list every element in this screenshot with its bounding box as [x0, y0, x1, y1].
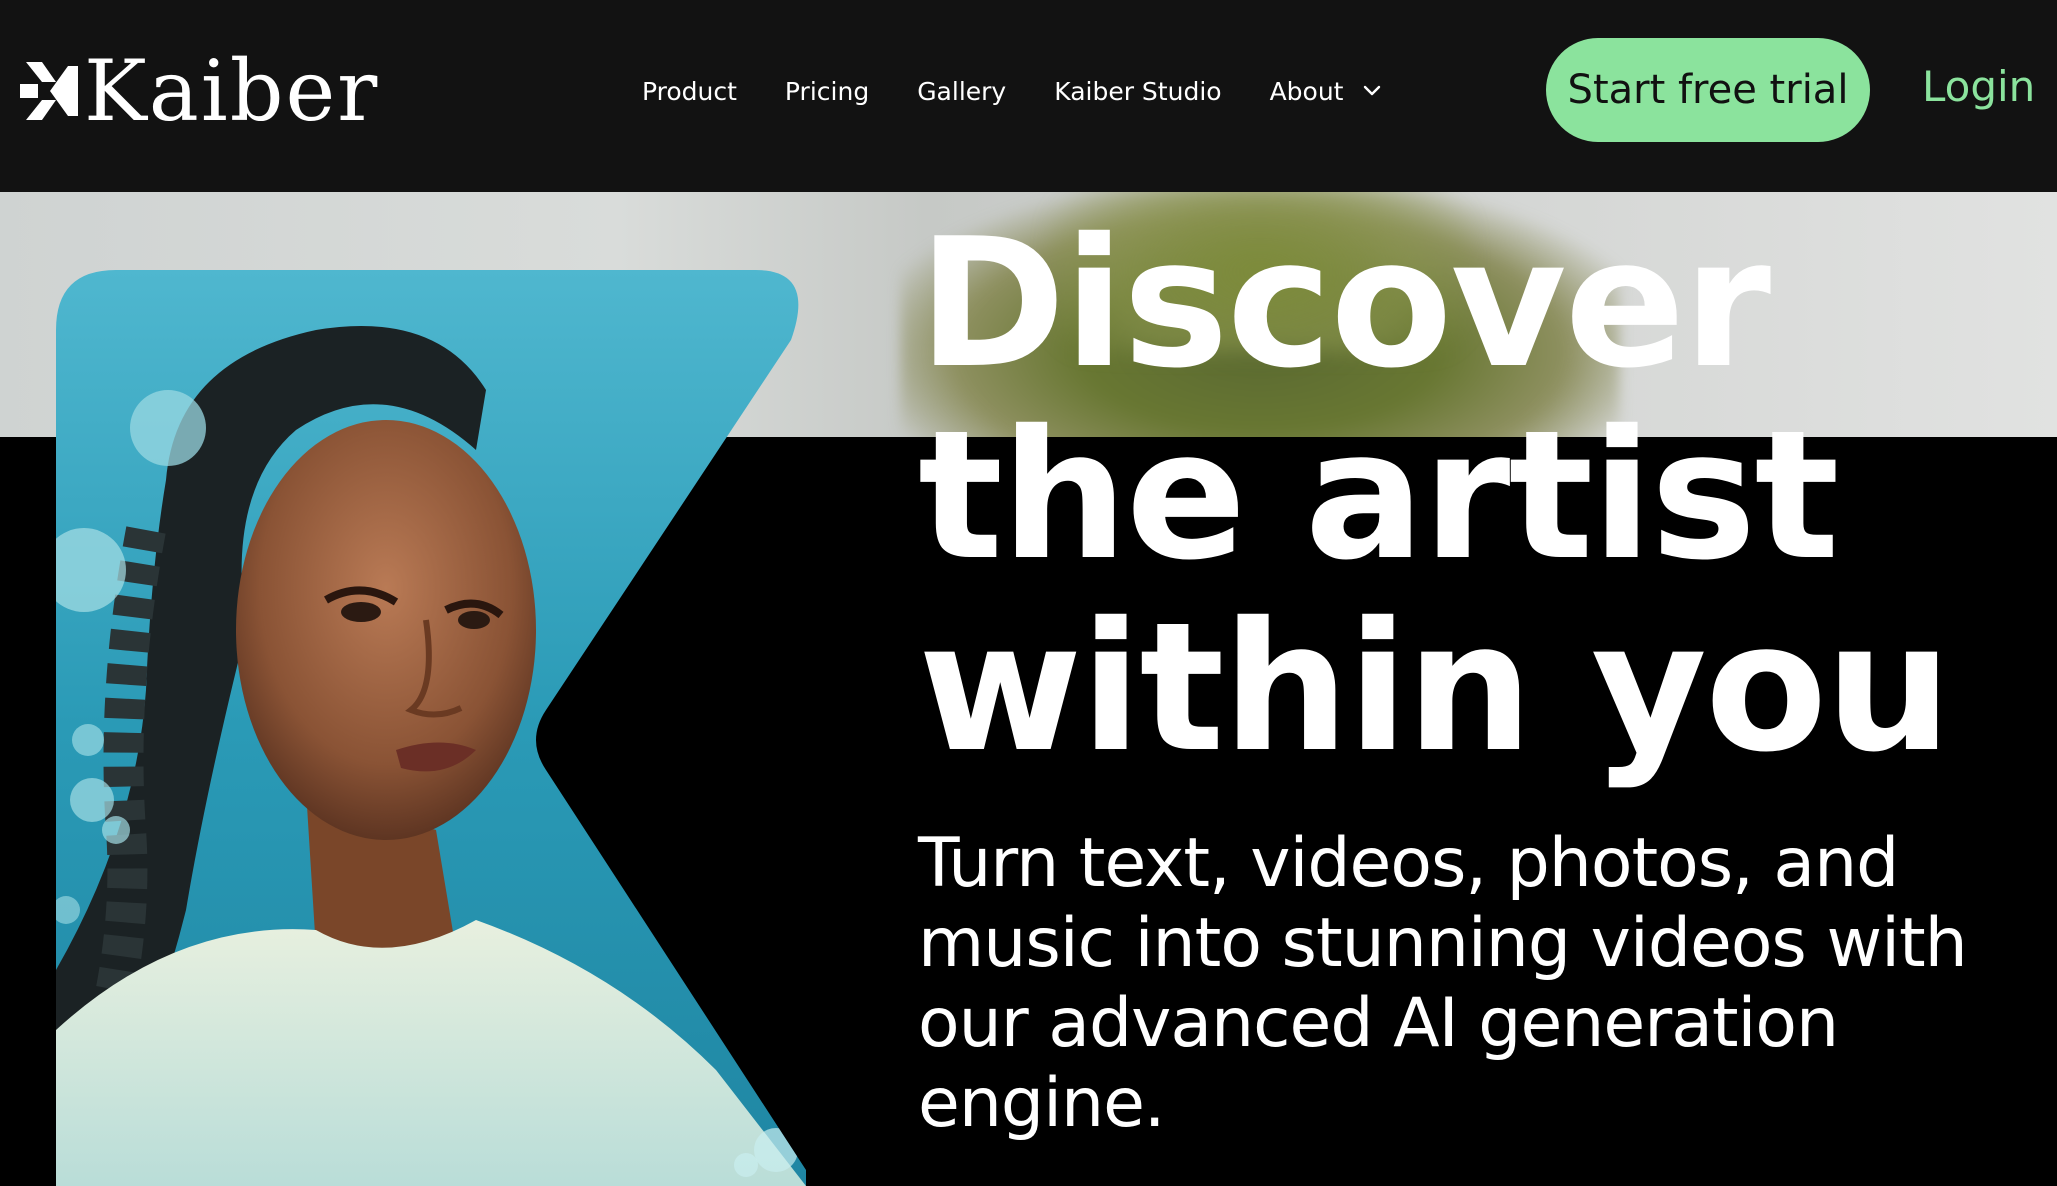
- nav-item-gallery[interactable]: Gallery: [917, 77, 1006, 106]
- nav-item-kaiber-studio[interactable]: Kaiber Studio: [1054, 77, 1221, 106]
- start-free-trial-button[interactable]: Start free trial: [1546, 38, 1870, 142]
- login-link[interactable]: Login: [1922, 62, 2035, 111]
- portrait-illustration: [56, 270, 806, 1186]
- kaiber-logo-icon: [20, 62, 78, 120]
- top-navigation-bar: Kaiber Product Pricing Gallery Kaiber St…: [0, 0, 2057, 192]
- nav-item-label: Pricing: [784, 76, 870, 106]
- headline-line-3: within you: [918, 584, 1952, 791]
- hero-headline: Discover the artist within you: [918, 208, 2038, 784]
- nav-item-label: Product: [642, 76, 737, 106]
- nav-item-label: About: [1269, 76, 1344, 106]
- chevron-down-icon: [1364, 85, 1381, 96]
- kaiber-logo[interactable]: Kaiber: [20, 49, 379, 133]
- nav-item-about[interactable]: About: [1270, 77, 1382, 106]
- nav-item-label: Gallery: [917, 76, 1007, 106]
- headline-line-2: the artist: [918, 392, 1840, 599]
- headline-line-1: Discover: [918, 200, 1771, 407]
- logo-wordmark: Kaiber: [84, 42, 380, 140]
- nav-item-label: Kaiber Studio: [1054, 76, 1222, 106]
- nav-item-pricing[interactable]: Pricing: [785, 77, 869, 106]
- main-menu: Product Pricing Gallery Kaiber Studio Ab…: [642, 70, 1429, 112]
- hero-subheadline: Turn text, videos, photos, and music int…: [918, 824, 1968, 1143]
- nav-item-product[interactable]: Product: [642, 77, 737, 106]
- hero-portrait-image: [56, 270, 806, 1186]
